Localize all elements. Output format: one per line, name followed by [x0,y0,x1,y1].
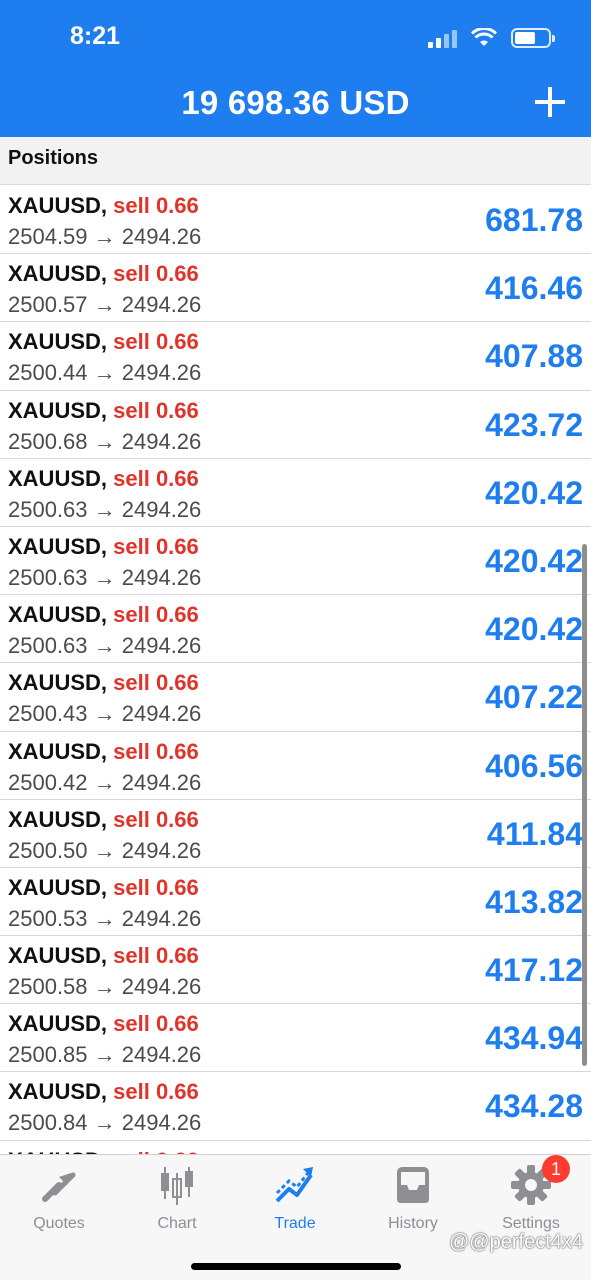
bottom-tab-bar: Quotes Chart Trade History 1 Settings @@… [0,1154,591,1280]
position-row[interactable]: XAUUSD, sell 0.66 2500.43 → 2494.26 407.… [0,663,591,732]
position-row[interactable]: XAUUSD, sell 0.66 2500.85 → 2494.26 434.… [0,1004,591,1073]
position-side: sell 0.66 [113,193,199,218]
position-profit: 406.56 [485,747,583,784]
trend-line-icon [275,1167,313,1203]
position-symbol: XAUUSD, [8,943,108,969]
position-side: sell 0.66 [113,397,199,423]
status-time: 8:21 [70,22,121,50]
position-symbol: XAUUSD, [8,193,108,218]
position-row[interactable]: XAUUSD, sell 0.66 2500.57 → 2494.26 416.… [0,254,591,323]
position-side: sell 0.66 [113,465,199,491]
position-side: sell 0.66 [113,602,199,628]
position-side: sell 0.66 [113,670,199,696]
position-prices: 2500.44 → 2494.26 [8,360,202,386]
position-profit: 411.84 [486,815,583,852]
position-prices: 2500.50 → 2494.26 [8,837,202,863]
position-symbol: XAUUSD, [8,738,108,764]
position-prices: 2500.53 → 2494.26 [8,905,202,931]
position-row-partial[interactable]: XAUUSD, sell 0.66 [0,1141,591,1154]
position-profit: 417.12 [485,952,583,989]
position-row[interactable]: XAUUSD, sell 0.66 2500.68 → 2494.26 423.… [0,391,591,459]
position-profit: 681.78 [485,202,583,238]
list-scrollbar[interactable] [582,544,587,1066]
account-balance: 19 698.36 USD [181,84,410,121]
tab-history[interactable]: History [354,1163,472,1237]
tab-quotes[interactable]: Quotes [0,1163,118,1237]
position-side: sell 0.66 [113,261,199,287]
position-profit: 423.72 [485,406,583,443]
position-side: sell 0.66 [113,874,199,900]
position-symbol: XAUUSD, [8,602,108,628]
positions-list[interactable]: XAUUSD, sell 0.66 2504.59 → 2494.26 681.… [0,186,591,1154]
tab-settings[interactable]: 1 Settings [472,1155,590,1237]
battery-icon [511,28,555,48]
tab-label: Trade [274,1215,316,1232]
position-symbol: XAUUSD, [8,329,108,355]
position-row[interactable]: XAUUSD, sell 0.66 2500.42 → 2494.26 406.… [0,732,591,800]
position-prices: 2500.58 → 2494.26 [8,974,202,1000]
position-row[interactable]: XAUUSD, sell 0.66 2500.84 → 2494.26 434.… [0,1072,591,1141]
position-prices: 2500.43 → 2494.26 [8,701,202,727]
position-prices: 2500.63 → 2494.26 [8,633,202,659]
positions-section-header: Positions [0,137,591,185]
add-order-button[interactable] [531,83,569,121]
status-icons [428,28,555,48]
position-symbol: XAUUSD, [8,1079,108,1105]
position-row[interactable]: XAUUSD, sell 0.66 2500.63 → 2494.26 420.… [0,459,591,527]
position-side: sell 0.66 [113,1079,199,1105]
home-indicator[interactable] [191,1263,401,1270]
settings-notification-badge: 1 [542,1155,570,1183]
position-row[interactable]: XAUUSD, sell 0.66 2500.63 → 2494.26 420.… [0,527,591,596]
position-profit: 420.42 [485,611,583,648]
position-profit: 413.82 [485,883,583,920]
candlestick-icon [161,1167,193,1205]
quotes-arrows-icon [42,1172,76,1202]
position-profit: 434.94 [485,1020,583,1057]
position-side: sell 0.66 [113,806,199,832]
position-profit: 420.42 [485,474,583,511]
position-prices: 2500.85 → 2494.26 [8,1042,202,1068]
wifi-icon [471,28,497,46]
tab-trade[interactable]: Trade [236,1163,354,1237]
tab-chart[interactable]: Chart [118,1163,236,1237]
position-prices: 2500.68 → 2494.26 [8,428,202,454]
position-prices: 2500.63 → 2494.26 [8,496,202,522]
position-prices: 2500.84 → 2494.26 [8,1110,202,1136]
position-symbol: XAUUSD, [8,533,108,559]
position-side: sell 0.66 [113,329,199,355]
position-row[interactable]: XAUUSD, sell 0.66 2500.50 → 2494.26 411.… [0,800,591,868]
position-symbol: XAUUSD, [8,397,108,423]
position-row[interactable]: XAUUSD, sell 0.66 2500.58 → 2494.26 417.… [0,936,591,1005]
position-row[interactable]: XAUUSD, sell 0.66 2500.53 → 2494.26 413.… [0,868,591,937]
position-symbol: XAUUSD, [8,465,108,491]
position-symbol: XAUUSD, [8,670,108,696]
position-side: sell 0.66 [113,533,199,559]
cellular-signal-icon [428,28,457,48]
position-row[interactable]: XAUUSD, sell 0.66 2504.59 → 2494.26 681.… [0,186,591,255]
position-profit: 434.28 [485,1088,583,1125]
position-profit: 420.42 [485,542,583,579]
position-row[interactable]: XAUUSD, sell 0.66 2500.44 → 2494.26 407.… [0,322,591,391]
position-profit: 407.88 [485,338,583,375]
tab-label: Chart [157,1215,197,1232]
position-symbol: XAUUSD, [8,1011,108,1037]
position-symbol: XAUUSD, [8,874,108,900]
position-prices: 2500.42 → 2494.26 [8,769,202,795]
tab-label: Quotes [33,1215,85,1232]
position-prices: 2500.63 → 2494.26 [8,564,202,590]
position-row[interactable]: XAUUSD, sell 0.66 2500.63 → 2494.26 420.… [0,595,591,664]
app-header: 8:21 19 698.36 USD [0,0,591,137]
watermark-text: @@perfect4x4 [449,1231,583,1253]
position-symbol: XAUUSD, [8,261,108,287]
position-side: sell 0.66 [113,943,199,969]
position-side: sell 0.66 [113,1011,199,1037]
inbox-tray-icon [397,1167,429,1203]
position-profit: 407.22 [485,679,583,716]
section-title: Positions [8,147,99,169]
position-profit: 416.46 [485,270,583,307]
position-side: sell 0.66 [113,738,199,764]
position-prices: 2504.59 → 2494.26 [8,224,202,249]
position-symbol: XAUUSD, [8,806,108,832]
position-prices: 2500.57 → 2494.26 [8,292,202,318]
